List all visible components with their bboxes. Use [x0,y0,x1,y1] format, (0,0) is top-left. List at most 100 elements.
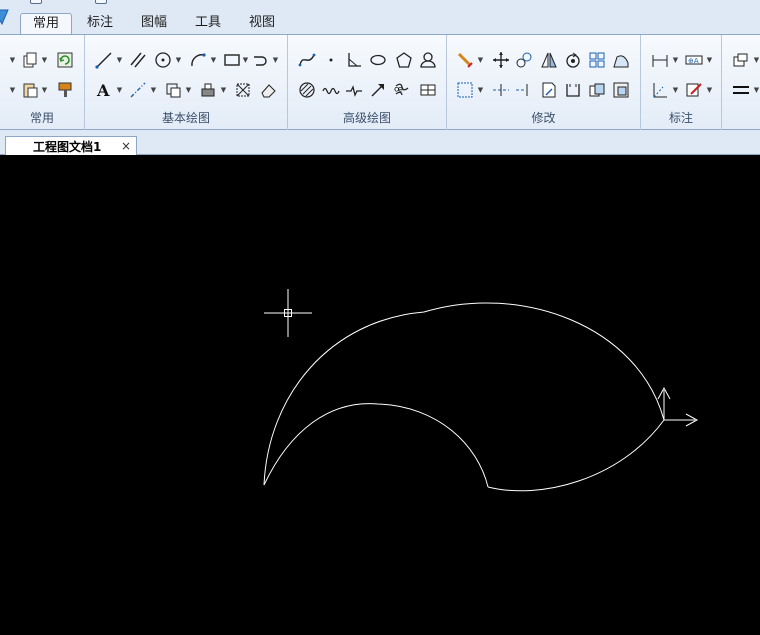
stretch-icon[interactable] [539,80,559,100]
svg-text:A: A [96,81,110,100]
refresh-icon[interactable] [55,50,75,70]
move-icon[interactable] [491,50,511,70]
undo-quick-icon[interactable] [95,0,107,4]
dropdown-arrow[interactable]: ▼ [753,80,760,100]
angle-line-icon[interactable] [344,50,364,70]
app-menu-button[interactable] [0,6,12,28]
arc-icon[interactable] [188,50,208,70]
dropdown-arrow[interactable]: ▼ [210,50,217,70]
extend-icon[interactable] [491,80,511,100]
inner-arc-curve[interactable] [263,403,489,488]
polygon-icon[interactable] [394,50,414,70]
leader-icon[interactable] [684,80,704,100]
drawing-canvas[interactable] [0,155,760,635]
outer-arc-curve[interactable] [263,302,665,486]
tab-sheet[interactable]: 图幅 [133,13,175,34]
dropdown-arrow[interactable]: ▼ [672,80,679,100]
crosshair-cursor [264,289,312,337]
hatch-icon[interactable] [163,80,183,100]
dropdown-arrow[interactable]: ▼ [242,50,249,70]
app-logo-icon [0,9,9,26]
group-label-basic-draw: 基本绘图 [161,111,210,125]
dropdown-arrow[interactable]: ▼ [150,80,157,100]
dropdown-arrow[interactable]: ▼ [477,50,484,70]
coordinate-dim-icon[interactable] [650,80,670,100]
block-icon[interactable] [198,80,218,100]
tab-dimension[interactable]: 标注 [80,13,120,34]
table-icon[interactable] [418,80,438,100]
tab-view[interactable]: 视图 [241,13,283,34]
dashed-line-icon[interactable] [514,80,534,100]
arrow-icon[interactable] [368,80,388,100]
scale-icon[interactable] [611,50,631,70]
dropdown-arrow[interactable]: ▼ [116,80,123,100]
close-tab-icon[interactable]: × [121,139,131,153]
centerline-icon[interactable] [128,80,148,100]
group-label-common: 常用 [29,111,54,125]
text-icon[interactable]: A [94,80,114,100]
chamfer-icon[interactable] [587,80,607,100]
spline-icon[interactable] [297,50,317,70]
bracket-icon[interactable] [563,80,583,100]
mirror-icon[interactable] [514,50,534,70]
copy-icon[interactable] [20,50,40,70]
group-advanced-draw: ꟹ 高级绘图 [288,35,447,130]
fillet-icon[interactable] [611,80,631,100]
tolerance-icon[interactable]: ⊕A [684,50,704,70]
linear-dim-icon[interactable] [650,50,670,70]
dropdown-arrow[interactable]: ▼ [706,50,713,70]
dropdown-arrow[interactable]: ▼ [477,80,484,100]
line-icon[interactable] [94,50,114,70]
cross-box-icon[interactable] [233,80,253,100]
group-dimension: ▼ ⊕A ▼ ▼ ▼ 标注 [641,35,722,130]
dropdown-arrow[interactable]: ▼ [185,80,192,100]
dropdown-arrow[interactable]: ▼ [706,80,713,100]
tab-common[interactable]: 常用 [20,13,72,34]
group-label-modify: 修改 [531,111,556,125]
paste-icon[interactable] [20,80,40,100]
dropdown-arrow[interactable]: ▼ [9,80,16,100]
person-icon[interactable] [418,50,438,70]
save-quick-icon[interactable] [30,0,42,4]
point-icon[interactable] [321,50,341,70]
layer-icon[interactable] [731,50,751,70]
group-common: ▼ ▼ ▼ ▼ 常用 [0,35,85,130]
bottom-arc-curve[interactable] [487,419,665,492]
dropdown-arrow[interactable]: ▼ [272,50,279,70]
dropdown-arrow[interactable]: ▼ [41,50,48,70]
symbol-icon[interactable]: ꟹ [392,80,412,100]
line-weight-icon[interactable] [731,80,751,100]
trim-icon[interactable] [455,80,475,100]
array-icon[interactable] [587,50,607,70]
document-tab[interactable]: 工程图文档1 × [5,136,137,155]
rectangle-icon[interactable] [222,50,242,70]
eraser-icon[interactable] [258,80,278,100]
format-painter-icon[interactable] [55,80,75,100]
group-properties-partial: ▼ ▼ [722,35,760,130]
wave-line-icon[interactable] [321,80,341,100]
dropdown-arrow[interactable]: ▼ [41,80,48,100]
group-label-advanced-draw: 高级绘图 [342,111,391,125]
group-modify: ▼ ▼ 修改 [447,35,641,130]
tab-tools[interactable]: 工具 [187,13,229,34]
svg-text:⊕A: ⊕A [688,57,699,65]
document-tab-title: 工程图文档1 [33,140,102,154]
dropdown-arrow[interactable]: ▼ [672,50,679,70]
dropdown-arrow[interactable]: ▼ [9,50,16,70]
triangle-mirror-icon[interactable] [539,50,559,70]
group-label-dimension: 标注 [668,111,693,125]
break-line-icon[interactable] [344,80,364,100]
rotate-icon[interactable] [563,50,583,70]
parallel-line-icon[interactable] [128,50,148,70]
dropdown-arrow[interactable]: ▼ [220,80,227,100]
polyline-icon[interactable] [251,50,271,70]
dropdown-arrow[interactable]: ▼ [753,50,760,70]
group-basic-draw: ▼ ▼ ▼ ▼ ▼ A ▼ ▼ ▼ ▼ 基本绘图 [85,35,288,130]
ellipse-icon[interactable] [368,50,388,70]
pen-delete-icon[interactable] [455,50,475,70]
circle-icon[interactable] [153,50,173,70]
hatch-circle-icon[interactable] [297,80,317,100]
ribbon-panel: ▼ ▼ ▼ ▼ 常用 ▼ ▼ ▼ ▼ ▼ A ▼ ▼ ▼ ▼ 基本绘图 ꟹ 高级… [0,34,760,130]
dropdown-arrow[interactable]: ▼ [116,50,123,70]
dropdown-arrow[interactable]: ▼ [175,50,182,70]
